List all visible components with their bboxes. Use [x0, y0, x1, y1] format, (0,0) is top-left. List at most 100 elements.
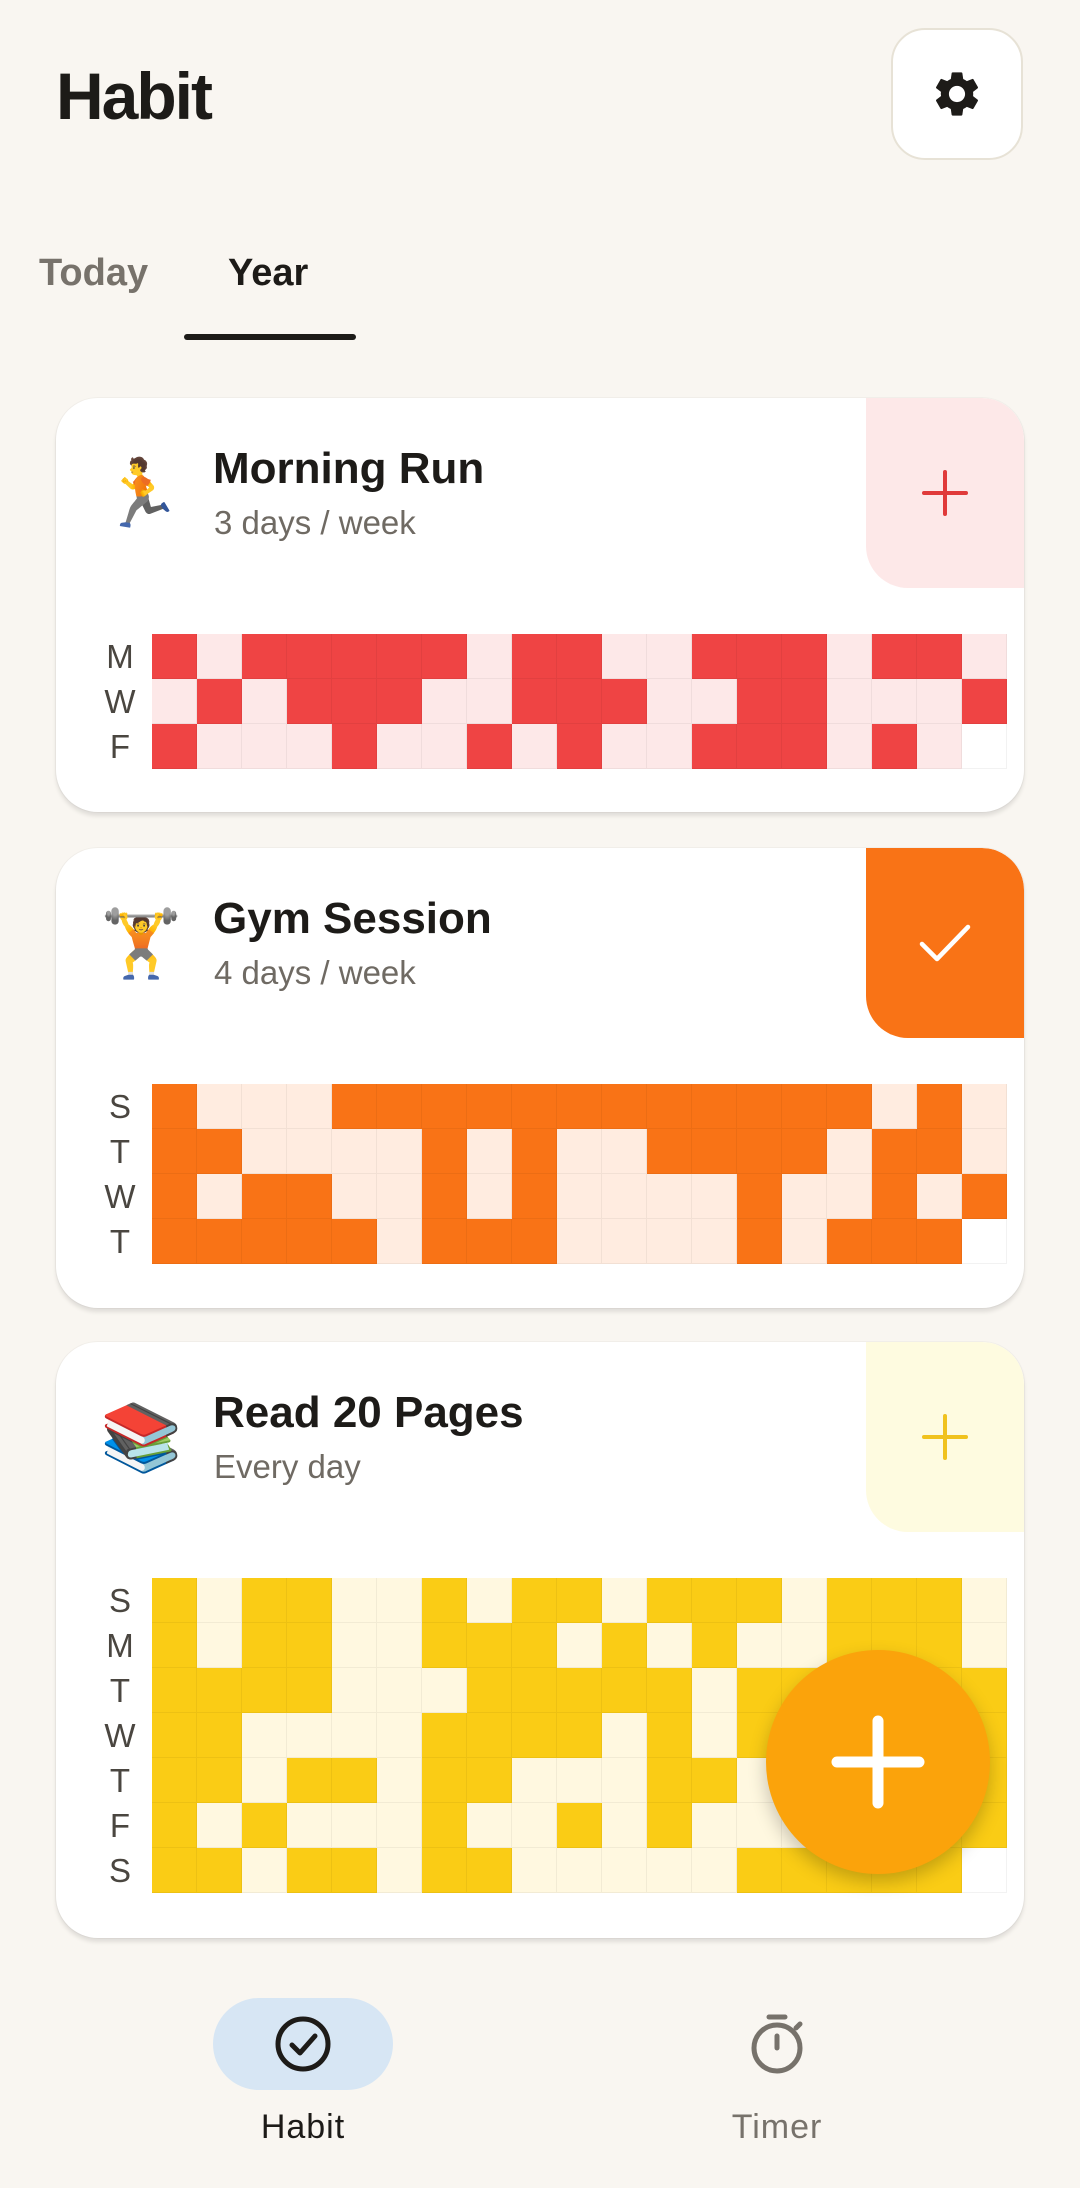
heatmap-cell [602, 1758, 647, 1803]
heatmap-cell [647, 679, 692, 724]
heatmap-cell [647, 1803, 692, 1848]
heatmap-cell [917, 1129, 962, 1174]
heatmap-cell [377, 1713, 422, 1758]
heatmap-cell [377, 1758, 422, 1803]
heatmap-cell [332, 634, 377, 679]
heatmap-cell [647, 724, 692, 769]
heatmap-cell [377, 1084, 422, 1129]
weekday-label: F [109, 1807, 131, 1844]
heatmap-cell [647, 1578, 692, 1623]
heatmap-cell [332, 1758, 377, 1803]
heatmap-cell [242, 1623, 287, 1668]
heatmap-cell [602, 1713, 647, 1758]
gear-icon [935, 72, 979, 116]
heatmap-cell [332, 1174, 377, 1219]
heatmap-cell [467, 1219, 512, 1264]
heatmap-cell [197, 679, 242, 724]
heatmap-cell [647, 1084, 692, 1129]
heatmap-cell [152, 724, 197, 769]
heatmap-cell [152, 1713, 197, 1758]
settings-button[interactable] [891, 28, 1023, 160]
heatmap-cell [602, 1803, 647, 1848]
heatmap-cell [332, 724, 377, 769]
heatmap-cell [422, 1578, 467, 1623]
plus-icon [922, 470, 968, 516]
heatmap-cell [287, 1084, 332, 1129]
tab-today[interactable]: Today [39, 252, 148, 295]
heatmap-cell [287, 1219, 332, 1264]
heatmap-cell [152, 1174, 197, 1219]
heatmap-cell [917, 1578, 962, 1623]
heatmap-cell [242, 724, 287, 769]
heatmap-cell [242, 1713, 287, 1758]
heatmap-cell [647, 1713, 692, 1758]
heatmap-cell [737, 1668, 782, 1713]
heatmap-cell [602, 1578, 647, 1623]
heatmap-cell [377, 1578, 422, 1623]
heatmap-cell [287, 1174, 332, 1219]
weekday-label: M [106, 638, 134, 675]
bottom-navigation: Habit Timer [0, 1970, 1080, 2188]
heatmap-cell [602, 1084, 647, 1129]
heatmap-cell [197, 1803, 242, 1848]
add-habit-fab[interactable] [766, 1650, 990, 1874]
heatmap-cell [152, 634, 197, 679]
heatmap-cell [332, 1623, 377, 1668]
heatmap-cell [422, 1174, 467, 1219]
heatmap-cell [332, 1713, 377, 1758]
heatmap-cell [197, 1758, 242, 1803]
heatmap-cell [512, 1623, 557, 1668]
completed-toggle-button[interactable] [866, 848, 1024, 1038]
add-completion-button[interactable] [866, 398, 1024, 588]
habit-emoji: 🏃 [100, 456, 183, 530]
heatmap-cell [962, 1174, 1007, 1219]
habit-card-gym-session[interactable]: 🏋️ Gym Session 4 days / week STWT [56, 848, 1024, 1308]
heatmap-cell [242, 679, 287, 724]
habit-card-morning-run[interactable]: 🏃 Morning Run 3 days / week MWF [56, 398, 1024, 812]
heatmap-cell [422, 679, 467, 724]
plus-icon [831, 1715, 925, 1809]
heatmap-cell [827, 679, 872, 724]
heatmap-cell [377, 634, 422, 679]
heatmap-cell [962, 1623, 1007, 1668]
weekday-label: T [109, 1133, 131, 1170]
heatmap-cell [827, 1578, 872, 1623]
heatmap-cell [602, 724, 647, 769]
heatmap-cell [467, 1713, 512, 1758]
heatmap-cell [737, 1623, 782, 1668]
heatmap-cell [737, 1174, 782, 1219]
heatmap-cell [197, 1129, 242, 1174]
heatmap-cell [512, 1174, 557, 1219]
heatmap-cell [872, 1084, 917, 1129]
checkmark-icon [919, 924, 971, 962]
heatmap-cell [962, 1848, 1007, 1893]
heatmap-cell [647, 1623, 692, 1668]
plus-icon [922, 1414, 968, 1460]
habit-schedule: Every day [214, 1448, 361, 1485]
heatmap-cell [467, 1668, 512, 1713]
heatmap-cell [557, 724, 602, 769]
heatmap-cell [467, 1084, 512, 1129]
heatmap-cell [737, 1578, 782, 1623]
nav-habit[interactable]: Habit [173, 1998, 433, 2148]
heatmap-cell [782, 1174, 827, 1219]
heatmap-cell [962, 1084, 1007, 1129]
heatmap-cell [737, 724, 782, 769]
heatmap-cell [242, 1758, 287, 1803]
year-heatmap [152, 1084, 1007, 1264]
habit-schedule: 3 days / week [214, 504, 416, 541]
heatmap-cell [512, 1713, 557, 1758]
heatmap-cell [467, 1174, 512, 1219]
weekday-label: S [108, 1582, 131, 1619]
heatmap-cell [377, 1848, 422, 1893]
heatmap-cell [602, 1219, 647, 1264]
heatmap-cell [422, 1084, 467, 1129]
heatmap-cell [557, 1803, 602, 1848]
nav-timer[interactable]: Timer [647, 1998, 907, 2148]
tab-year[interactable]: Year [228, 252, 308, 295]
add-completion-button[interactable] [866, 1342, 1024, 1532]
heatmap-cell [692, 1668, 737, 1713]
heatmap-cell [377, 724, 422, 769]
heatmap-cell [422, 1803, 467, 1848]
heatmap-cell [557, 1848, 602, 1893]
